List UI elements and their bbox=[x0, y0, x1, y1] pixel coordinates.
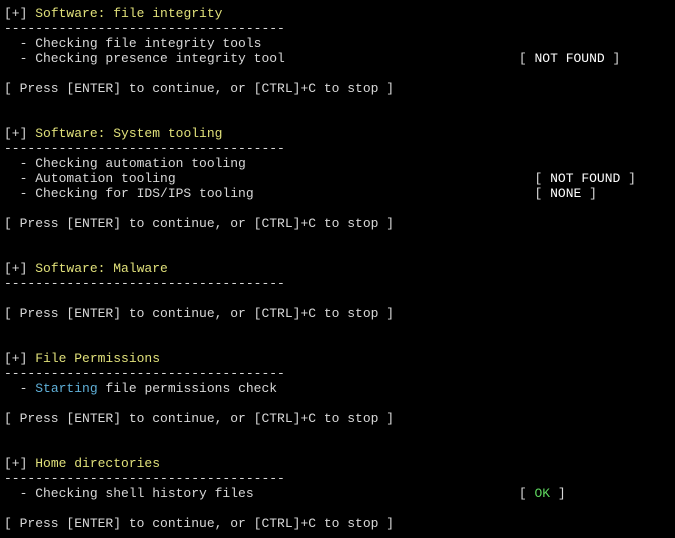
status-not-found: NOT FOUND bbox=[535, 51, 605, 66]
section-header: [+] File Permissions bbox=[4, 351, 671, 366]
check-item: - Checking file integrity tools bbox=[4, 36, 671, 51]
divider: ------------------------------------ bbox=[4, 471, 671, 486]
divider: ------------------------------------ bbox=[4, 141, 671, 156]
status-not-found: NOT FOUND bbox=[550, 171, 620, 186]
divider: ------------------------------------ bbox=[4, 21, 671, 36]
check-item: - Checking presence integrity tool [ NOT… bbox=[4, 51, 671, 66]
status-ok: OK bbox=[535, 486, 551, 501]
check-item: - Checking shell history files [ OK ] bbox=[4, 486, 671, 501]
blank-line bbox=[4, 96, 671, 111]
continue-prompt: [ Press [ENTER] to continue, or [CTRL]+C… bbox=[4, 216, 671, 231]
section-header: [+] Home directories bbox=[4, 456, 671, 471]
section-header: [+] Software: System tooling bbox=[4, 126, 671, 141]
section-title: File Permissions bbox=[35, 351, 160, 366]
check-item: - Automation tooling [ NOT FOUND ] bbox=[4, 171, 671, 186]
continue-prompt: [ Press [ENTER] to continue, or [CTRL]+C… bbox=[4, 516, 671, 531]
blank-line bbox=[4, 201, 671, 216]
blank-line bbox=[4, 111, 671, 126]
section-header: [+] Software: file integrity bbox=[4, 6, 671, 21]
blank-line bbox=[4, 426, 671, 441]
section-header: [+] Software: Malware bbox=[4, 261, 671, 276]
check-item: - Checking automation tooling bbox=[4, 156, 671, 171]
continue-prompt: [ Press [ENTER] to continue, or [CTRL]+C… bbox=[4, 306, 671, 321]
divider: ------------------------------------ bbox=[4, 276, 671, 291]
starting-label: Starting bbox=[35, 381, 97, 396]
section-title: Software: file integrity bbox=[35, 6, 222, 21]
blank-line bbox=[4, 396, 671, 411]
blank-line bbox=[4, 246, 671, 261]
blank-line bbox=[4, 501, 671, 516]
section-title: Software: Malware bbox=[35, 261, 168, 276]
section-title: Software: System tooling bbox=[35, 126, 222, 141]
blank-line bbox=[4, 231, 671, 246]
continue-prompt: [ Press [ENTER] to continue, or [CTRL]+C… bbox=[4, 81, 671, 96]
blank-line bbox=[4, 66, 671, 81]
section-title: Home directories bbox=[35, 456, 160, 471]
blank-line bbox=[4, 336, 671, 351]
blank-line bbox=[4, 321, 671, 336]
continue-prompt: [ Press [ENTER] to continue, or [CTRL]+C… bbox=[4, 411, 671, 426]
status-none: NONE bbox=[550, 186, 581, 201]
terminal-output: [+] Software: file integrity -----------… bbox=[4, 6, 671, 531]
blank-line bbox=[4, 291, 671, 306]
divider: ------------------------------------ bbox=[4, 366, 671, 381]
blank-line bbox=[4, 441, 671, 456]
check-item: - Starting file permissions check bbox=[4, 381, 671, 396]
check-item: - Checking for IDS/IPS tooling [ NONE ] bbox=[4, 186, 671, 201]
